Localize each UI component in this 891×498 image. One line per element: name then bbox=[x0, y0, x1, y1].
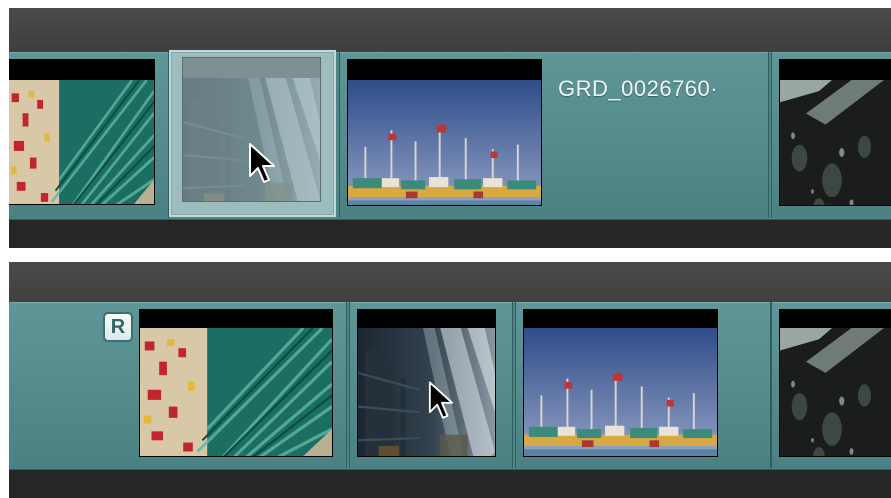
clip-thumbnail bbox=[140, 310, 332, 456]
clip-thumbnail bbox=[348, 60, 541, 205]
timeline-clip[interactable]: R bbox=[9, 302, 347, 468]
clip-thumbnail bbox=[358, 310, 495, 456]
clip-thumbnail bbox=[780, 310, 891, 456]
timeline-clip[interactable]: GRD_0026760· bbox=[339, 52, 769, 218]
timeline-footer bbox=[9, 470, 891, 498]
clip-thumbnail bbox=[524, 310, 717, 456]
timeline-ruler bbox=[9, 8, 891, 53]
timeline-panel-top: GRD_0026760· bbox=[9, 8, 891, 248]
timeline-clip[interactable] bbox=[771, 52, 891, 218]
timeline-clip[interactable] bbox=[9, 52, 169, 218]
selected-clip-placeholder[interactable] bbox=[169, 50, 336, 217]
arrow-cursor-icon bbox=[428, 380, 454, 427]
timeline-clip[interactable] bbox=[515, 302, 771, 468]
clip-thumbnail bbox=[9, 60, 154, 204]
timeline-footer bbox=[9, 220, 891, 248]
clip-title: GRD_0026760· bbox=[558, 76, 719, 101]
arrow-cursor-icon bbox=[248, 142, 276, 191]
timeline-ruler bbox=[9, 262, 891, 307]
role-badge-icon: R bbox=[103, 312, 133, 342]
timeline-panel-bottom: R bbox=[9, 262, 891, 498]
timeline-clip[interactable] bbox=[771, 302, 891, 468]
clip-thumbnail bbox=[780, 60, 891, 205]
